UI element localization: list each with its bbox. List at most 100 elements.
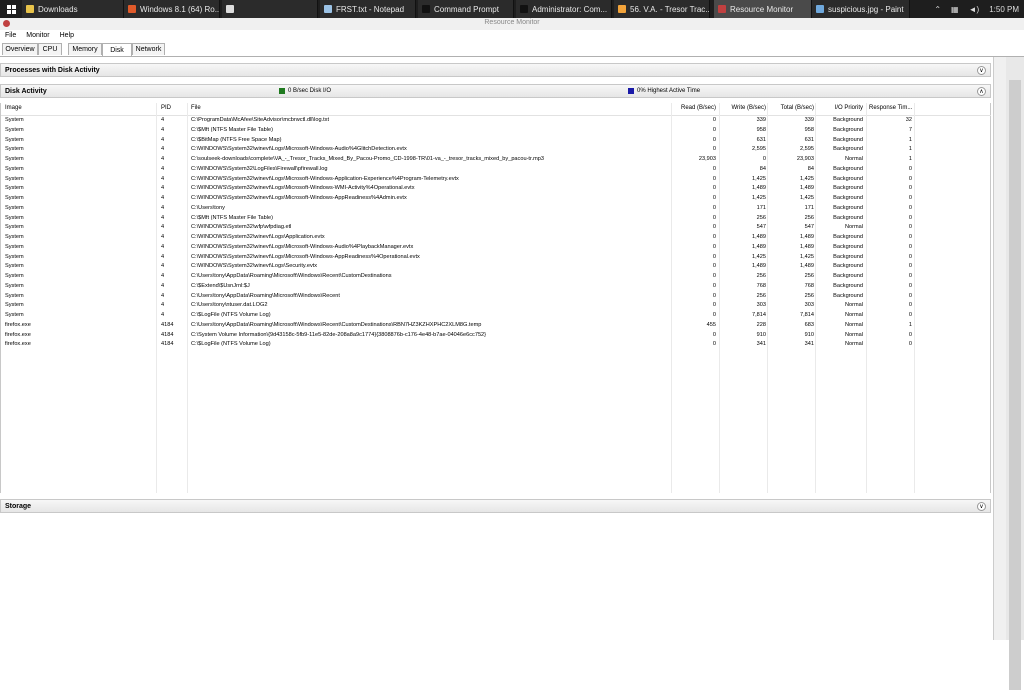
table-cell: 0 bbox=[908, 282, 912, 289]
table-row[interactable]: System 4 C:\$LogFile (NTFS Volume Log) 0 7,8… bbox=[1, 311, 991, 321]
disk-activity-title: Disk Activity bbox=[5, 88, 47, 95]
table-row[interactable]: System 4 C:\WINDOWS\System32\winevt\Logs\M… bbox=[1, 175, 991, 185]
col-file[interactable]: File bbox=[191, 105, 201, 111]
table-cell: Background bbox=[833, 204, 863, 211]
taskbar-item[interactable]: suspicious.jpg - Paint bbox=[812, 0, 910, 18]
table-cell: 0 bbox=[908, 273, 912, 279]
taskbar-item[interactable]: Windows 8.1 (64) Ro... bbox=[124, 0, 220, 18]
table-row[interactable]: System 4 C:\$Mft (NTFS Master File Table) 0… bbox=[1, 214, 991, 224]
processes-panel-header[interactable]: Processes with Disk Activity ∨ bbox=[0, 63, 991, 77]
table-cell: 910 bbox=[756, 331, 766, 338]
menu-file[interactable]: File bbox=[5, 32, 16, 39]
table-cell: C:\WINDOWS\System32\wfp\wfpdiag.etl bbox=[191, 224, 292, 231]
tab-memory[interactable]: Memory bbox=[68, 43, 102, 55]
table-cell: 23,903 bbox=[698, 156, 716, 162]
scrollbar-thumb[interactable] bbox=[1009, 80, 1021, 690]
taskbar-item[interactable]: Resource Monitor bbox=[714, 0, 812, 18]
table-row[interactable]: System 4 C:\WINDOWS\System32\winevt\Logs\M… bbox=[1, 184, 991, 194]
table-cell: 303 bbox=[756, 302, 766, 309]
app-icon bbox=[26, 5, 34, 13]
table-row[interactable]: System 4 C:\Users\tony\AppData\Roaming\Mic… bbox=[1, 272, 991, 282]
table-row[interactable]: System 4 C:\WINDOWS\System32\winevt\Logs\M… bbox=[1, 145, 991, 155]
table-row[interactable]: System 4 C:\WINDOWS\System32\winevt\Logs\M… bbox=[1, 243, 991, 253]
col-write[interactable]: Write (B/sec) bbox=[719, 105, 766, 111]
taskbar-item[interactable]: Downloads bbox=[22, 0, 124, 18]
table-row[interactable]: System 4 C:\$Extend\$UsnJrnl:$J 0 768 768 Back… bbox=[1, 282, 991, 292]
table-cell: 0 bbox=[712, 175, 716, 182]
table-cell: C:\WINDOWS\System32\winevt\Logs\Microsof… bbox=[191, 253, 420, 260]
table-row[interactable]: System 4 C:\$Mft (NTFS Master File Table) 0… bbox=[1, 126, 991, 136]
taskbar-item[interactable]: 56. V.A. - Tresor Trac... bbox=[614, 0, 710, 18]
start-button[interactable] bbox=[0, 0, 22, 18]
table-cell: C:\Users\tony\AppData\Roaming\Microsoft\… bbox=[191, 321, 482, 328]
tab-network[interactable]: Network bbox=[132, 43, 165, 55]
table-cell: System bbox=[5, 263, 24, 270]
chevron-up-icon[interactable]: ∧ bbox=[977, 87, 986, 96]
table-cell: 0 bbox=[712, 302, 716, 309]
col-pid[interactable]: PID bbox=[161, 105, 171, 111]
table-cell: System bbox=[5, 136, 24, 143]
table-row[interactable]: System 4 C:\soulseek-downloads\complete\VA… bbox=[1, 155, 991, 165]
app-icon bbox=[618, 5, 626, 13]
table-cell: 1,489 bbox=[800, 234, 814, 240]
table-cell: 4 bbox=[161, 282, 165, 289]
table-row[interactable]: firefox.exe 4184 C:\$LogFile (NTFS Volume … bbox=[1, 340, 991, 350]
table-row[interactable]: System 4 C:\WINDOWS\System32\winevt\Logs\M… bbox=[1, 253, 991, 263]
table-cell: 0 bbox=[908, 312, 912, 318]
tab-cpu[interactable]: CPU bbox=[38, 43, 62, 55]
table-row[interactable]: System 4 C:\Users\tony 0 171 171 Background 0 bbox=[1, 204, 991, 214]
table-cell: 84 bbox=[807, 165, 814, 172]
table-cell: 256 bbox=[756, 273, 766, 279]
menu-monitor[interactable]: Monitor bbox=[26, 32, 49, 39]
menu-help[interactable]: Help bbox=[60, 32, 74, 39]
table-cell: firefox.exe bbox=[5, 321, 31, 328]
table-cell: 0 bbox=[712, 253, 716, 260]
taskbar-item[interactable]: Command Prompt bbox=[418, 0, 514, 18]
table-row[interactable]: System 4 C:\ProgramData\McAfee\SiteAdvisor… bbox=[1, 116, 991, 126]
app-icon bbox=[324, 5, 332, 13]
table-row[interactable]: System 4 C:\Users\tony\AppData\Roaming\Mic… bbox=[1, 292, 991, 302]
table-cell: 4 bbox=[161, 253, 165, 260]
disk-activity-panel-header[interactable]: Disk Activity 0 B/sec Disk I/O 0% Highes… bbox=[0, 84, 991, 98]
table-row[interactable]: System 4 C:\WINDOWS\System32\winevt\Logs\S… bbox=[1, 262, 991, 272]
chevron-down-icon[interactable]: ∨ bbox=[977, 66, 986, 75]
col-io-priority[interactable]: I/O Priority bbox=[815, 105, 863, 111]
col-response-time[interactable]: Response Tim... bbox=[869, 105, 914, 111]
app-icon bbox=[128, 5, 136, 13]
table-cell: System bbox=[5, 117, 24, 123]
storage-panel-header[interactable]: Storage ∨ bbox=[0, 499, 991, 513]
network-icon[interactable]: ▦ bbox=[951, 5, 959, 14]
clock[interactable]: 1:50 PM bbox=[989, 5, 1019, 14]
table-cell: 0 bbox=[908, 224, 912, 231]
table-cell: 0 bbox=[712, 117, 716, 123]
volume-icon[interactable]: ◄) bbox=[969, 5, 980, 14]
table-cell: C:\Users\tony bbox=[191, 204, 225, 211]
table-row[interactable]: System 4 C:\WINDOWS\System32\winevt\Logs\A… bbox=[1, 233, 991, 243]
taskbar-item[interactable] bbox=[222, 0, 318, 18]
tab-overview[interactable]: Overview bbox=[2, 43, 38, 55]
table-row[interactable]: System 4 C:\WINDOWS\System32\LogFiles\Fire… bbox=[1, 165, 991, 175]
active-time-indicator: 0% Highest Active Time bbox=[628, 88, 700, 94]
table-cell: System bbox=[5, 282, 24, 289]
table-cell: C:\WINDOWS\System32\LogFiles\Firewall\pf… bbox=[191, 165, 328, 172]
table-cell: C:\WINDOWS\System32\winevt\Logs\Microsof… bbox=[191, 146, 407, 153]
table-row[interactable]: System 4 C:\WINDOWS\System32\winevt\Logs\M… bbox=[1, 194, 991, 204]
taskbar-item[interactable]: Administrator: Com... bbox=[516, 0, 612, 18]
tab-disk[interactable]: Disk bbox=[102, 43, 132, 56]
table-row[interactable]: firefox.exe 4184 C:\System Volume Informat… bbox=[1, 331, 991, 341]
table-row[interactable]: firefox.exe 4184 C:\Users\tony\AppData\Roa… bbox=[1, 321, 991, 331]
col-read[interactable]: Read (B/sec) bbox=[671, 105, 716, 111]
table-cell: 0 bbox=[908, 302, 912, 309]
table-row[interactable]: System 4 C:\WINDOWS\System32\wfp\wfpdiag.e… bbox=[1, 223, 991, 233]
col-image[interactable]: Image bbox=[5, 105, 22, 111]
table-row[interactable]: System 4 C:\Users\tony\ntuser.dat.LOG2 0 303… bbox=[1, 301, 991, 311]
table-cell: System bbox=[5, 273, 24, 279]
table-row[interactable]: System 4 C:\$BitMap (NTFS Free Space Map) 0… bbox=[1, 136, 991, 146]
chevron-up-icon[interactable]: ⌃ bbox=[934, 5, 941, 14]
col-total[interactable]: Total (B/sec) bbox=[767, 105, 814, 111]
table-cell: Background bbox=[833, 214, 863, 221]
taskbar-item[interactable]: FRST.txt - Notepad bbox=[320, 0, 416, 18]
chevron-down-icon[interactable]: ∨ bbox=[977, 502, 986, 511]
table-cell: C:\WINDOWS\System32\winevt\Logs\Microsof… bbox=[191, 185, 415, 192]
vertical-scrollbar[interactable] bbox=[1006, 57, 1024, 690]
